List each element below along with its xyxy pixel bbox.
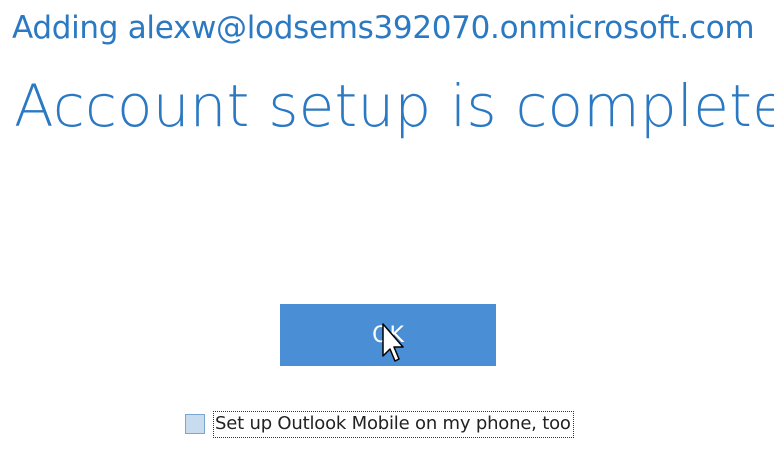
outlook-mobile-label[interactable]: Set up Outlook Mobile on my phone, too [213, 410, 574, 438]
mouse-pointer-icon [382, 323, 404, 362]
outlook-mobile-checkbox[interactable] [185, 414, 205, 434]
outlook-mobile-option[interactable]: Set up Outlook Mobile on my phone, too [185, 408, 574, 440]
page-title: Account setup is complete [14, 72, 774, 140]
adding-account-subtitle: Adding alexw@lodsems392070.onmicrosoft.c… [12, 10, 755, 46]
